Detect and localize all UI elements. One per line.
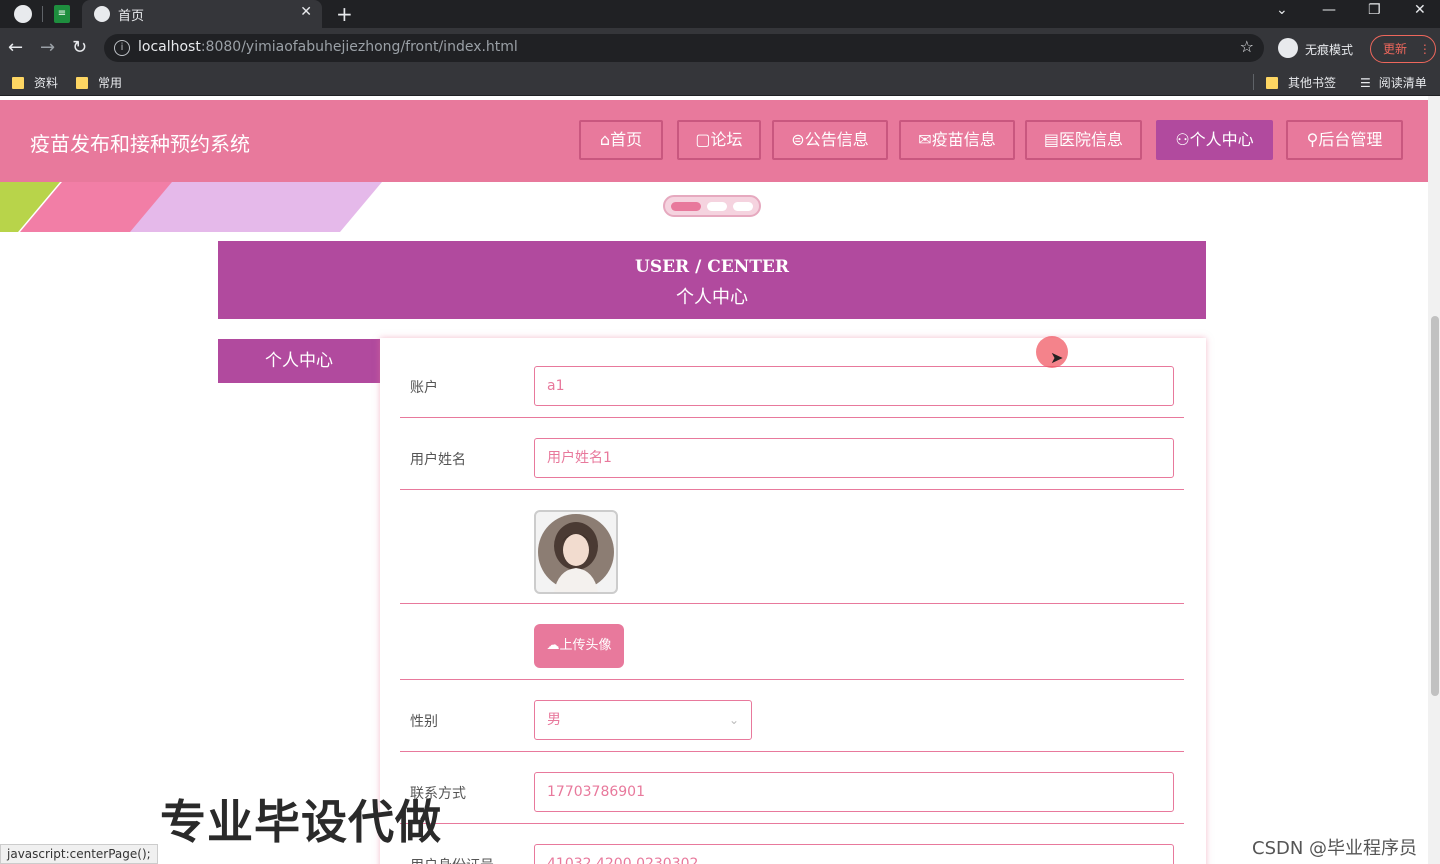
name-label: 用户姓名 bbox=[410, 452, 466, 468]
back-icon[interactable]: ← bbox=[8, 37, 23, 58]
form-row-name: 用户姓名 用户姓名1 bbox=[400, 418, 1184, 490]
avatar-portrait-icon bbox=[538, 514, 614, 592]
home-icon: ⌂ bbox=[599, 130, 611, 149]
bookmark-folder-other[interactable]: 其他书签 bbox=[1266, 74, 1336, 91]
nav-forum[interactable]: ▢论坛 bbox=[677, 120, 761, 160]
user-icon: ⚇ bbox=[1175, 130, 1190, 149]
tab-close-icon[interactable]: ✕ bbox=[300, 4, 312, 20]
bookmark-folder-changyong[interactable]: 常用 bbox=[76, 74, 122, 91]
nav-user-center[interactable]: ⚇个人中心 bbox=[1156, 120, 1273, 160]
bookmarks-bar: 资料 常用 其他书签 ☰ 阅读清单 bbox=[0, 68, 1440, 96]
url-field[interactable]: i localhost:8080/yimiaofabuhejiezhong/fr… bbox=[104, 34, 1264, 62]
carousel-dot-active[interactable] bbox=[671, 202, 701, 211]
form-row-id: 用户身份证号 41032 4200 0230302 bbox=[400, 824, 1184, 864]
sheets-icon[interactable]: ≡ bbox=[54, 5, 70, 23]
account-label: 账户 bbox=[410, 380, 438, 396]
upload-avatar-button[interactable]: ☁上传头像 bbox=[534, 624, 624, 668]
site-info-icon[interactable]: i bbox=[114, 40, 130, 56]
nav-home[interactable]: ⌂首页 bbox=[579, 120, 663, 160]
name-input[interactable]: 用户姓名1 bbox=[534, 438, 1174, 478]
csdn-watermark: CSDN @毕业程序员 bbox=[1252, 838, 1418, 859]
minimize-icon[interactable]: — bbox=[1322, 2, 1336, 18]
nav-admin[interactable]: ⚲后台管理 bbox=[1286, 120, 1403, 160]
bookmark-folder-ziliao[interactable]: 资料 bbox=[12, 74, 58, 91]
folder-icon bbox=[76, 77, 88, 89]
banner-stripe bbox=[130, 182, 382, 232]
header-chinese: 个人中心 bbox=[676, 287, 748, 308]
browser-tab-active[interactable]: 首页 ✕ bbox=[82, 0, 322, 28]
form-row-phone: 联系方式 17703786901 bbox=[400, 752, 1184, 824]
user-center-header: USER / CENTER 个人中心 bbox=[218, 241, 1206, 319]
tab-globe-icon bbox=[94, 6, 110, 22]
nav-announcements[interactable]: ⊜公告信息 bbox=[772, 120, 888, 160]
carousel-dot[interactable] bbox=[707, 202, 727, 211]
folder-icon bbox=[1266, 77, 1278, 89]
form-row-gender: 性别 男 ⌄ bbox=[400, 680, 1184, 752]
site-title: 疫苗发布和接种预约系统 bbox=[30, 132, 250, 156]
address-bar: ← → ↻ i localhost:8080/yimiaofabuhejiezh… bbox=[0, 28, 1440, 68]
url-text: localhost:8080/yimiaofabuhejiezhong/fron… bbox=[138, 39, 518, 55]
form-row-avatar bbox=[400, 490, 1184, 604]
form-row-upload: ☁上传头像 bbox=[400, 604, 1184, 680]
close-window-icon[interactable]: ✕ bbox=[1414, 2, 1426, 18]
reading-list-icon: ☰ bbox=[1360, 76, 1371, 90]
avatar bbox=[534, 510, 618, 594]
profile-form: 账户 a1 用户姓名 用户姓名1 ☁上传头像 性别 男 ⌄ 联系方式 17703… bbox=[380, 338, 1206, 864]
hospital-icon: ▤ bbox=[1043, 130, 1060, 149]
page-content: 疫苗发布和接种预约系统 ⌂首页 ▢论坛 ⊜公告信息 ✉疫苗信息 ▤医院信息 ⚇个… bbox=[0, 96, 1440, 864]
chevron-down-icon: ⌄ bbox=[728, 713, 739, 727]
forward-icon[interactable]: → bbox=[40, 37, 55, 58]
site-navbar: 疫苗发布和接种预约系统 ⌂首页 ▢论坛 ⊜公告信息 ✉疫苗信息 ▤医院信息 ⚇个… bbox=[0, 100, 1428, 182]
incognito-label: 无痕模式 bbox=[1305, 43, 1354, 57]
update-button[interactable]: 更新 ⋮ bbox=[1370, 35, 1436, 63]
browser-globe-icon bbox=[14, 5, 32, 23]
nav-vaccine-info[interactable]: ✉疫苗信息 bbox=[899, 120, 1015, 160]
browser-status-bar: javascript:centerPage(); bbox=[0, 844, 158, 864]
mail-icon: ✉ bbox=[918, 130, 932, 149]
page-scrollbar[interactable] bbox=[1428, 96, 1440, 864]
reading-list[interactable]: ☰ 阅读清单 bbox=[1360, 74, 1427, 91]
reload-icon[interactable]: ↻ bbox=[72, 37, 87, 58]
gender-label: 性别 bbox=[410, 714, 438, 730]
restore-icon[interactable]: ❐ bbox=[1368, 2, 1381, 18]
gender-select[interactable]: 男 ⌄ bbox=[534, 700, 752, 740]
watermark-text: 专业毕设代做 bbox=[160, 795, 442, 849]
browser-tab-bar: ≡ 首页 ✕ + ⌄ — ❐ ✕ bbox=[0, 0, 1440, 28]
account-input[interactable]: a1 bbox=[534, 366, 1174, 406]
forum-icon: ▢ bbox=[695, 130, 711, 149]
bookmark-star-icon[interactable]: ☆ bbox=[1240, 37, 1254, 56]
mouse-cursor-icon: ➤ bbox=[1050, 348, 1064, 367]
carousel-dot[interactable] bbox=[733, 202, 753, 211]
tab-title: 首页 bbox=[118, 9, 145, 24]
id-label: 用户身份证号 bbox=[410, 855, 494, 864]
nav-hospital-info[interactable]: ▤医院信息 bbox=[1025, 120, 1142, 160]
new-tab-icon[interactable]: + bbox=[336, 2, 353, 26]
tab-separator bbox=[42, 6, 43, 22]
announcement-icon: ⊜ bbox=[791, 130, 805, 149]
cloud-upload-icon: ☁ bbox=[546, 638, 560, 653]
id-input[interactable]: 41032 4200 0230302 bbox=[534, 844, 1174, 864]
folder-icon bbox=[12, 77, 24, 89]
header-english: USER / CENTER bbox=[635, 257, 789, 277]
bookmarks-separator bbox=[1253, 74, 1254, 90]
link-icon: ⚲ bbox=[1306, 130, 1319, 149]
scrollbar-thumb[interactable] bbox=[1431, 316, 1439, 696]
phone-input[interactable]: 17703786901 bbox=[534, 772, 1174, 812]
side-tab-user-center[interactable]: 个人中心 bbox=[218, 339, 380, 383]
carousel-indicator bbox=[663, 195, 761, 217]
incognito-icon bbox=[1278, 38, 1298, 58]
tab-search-icon[interactable]: ⌄ bbox=[1276, 2, 1288, 18]
